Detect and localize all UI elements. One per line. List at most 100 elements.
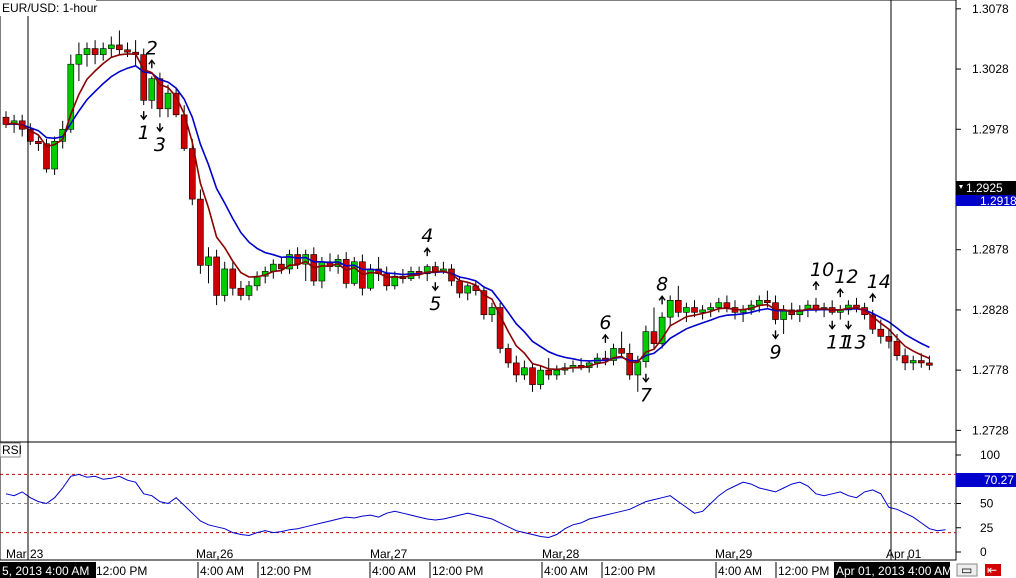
candle-body (431, 266, 439, 272)
chart-area[interactable]: 1.30781.30281.29781.29281.28781.28281.27… (0, 0, 1016, 578)
current-price-label: 1.2925 (966, 181, 1003, 195)
time-tick-label: 12:00 PM (604, 564, 655, 578)
candle-body (269, 263, 277, 272)
candle-body (901, 355, 909, 364)
candle-body (294, 254, 301, 265)
date-tick-label: Mar 23 (6, 547, 44, 561)
candle-body (877, 328, 885, 337)
signal-label: 3 (154, 134, 166, 156)
second-price-label: 1.2918 (980, 194, 1016, 208)
price-tick-label: 1.2778 (972, 363, 1009, 377)
candle-body (529, 367, 536, 385)
candle-body (691, 307, 698, 313)
candle-body (148, 78, 156, 101)
signal-label: 2 (146, 37, 158, 59)
price-tick-label: 1.2728 (972, 423, 1009, 437)
candle-body (853, 304, 860, 308)
crosshair-date-label: Apr 01, 2013 4:00 AM (836, 564, 952, 578)
candle-body (504, 348, 512, 364)
date-tick-label: Mar 27 (370, 547, 408, 561)
candle-body (545, 369, 553, 376)
candle-body (318, 261, 326, 282)
candle-body (197, 198, 204, 266)
date-tick-label: Mar 28 (542, 547, 580, 561)
rsi-current-value: 70.27 (984, 473, 1014, 487)
candle-body (342, 259, 350, 284)
candle-body (496, 307, 504, 349)
time-tick-label: 12:00 PM (432, 564, 483, 578)
candle-body (35, 141, 42, 145)
candle-body (683, 307, 690, 313)
candle-body (43, 143, 50, 170)
candle-body (634, 361, 642, 376)
candle-body (755, 299, 763, 306)
rsi-panel (0, 441, 957, 561)
time-tick-label: 12:00 PM (96, 564, 147, 578)
candle-body (674, 299, 682, 313)
date-tick-label: Apr 01 (886, 547, 922, 561)
date-tick-label: Mar 26 (196, 547, 234, 561)
signal-label: 8 (656, 273, 668, 295)
rsi-title: RSI (2, 443, 22, 457)
rsi-tick-label: 100 (980, 448, 1000, 462)
left-date-label: 5, 2013 4:00 AM (2, 564, 89, 578)
candle-body (909, 360, 917, 364)
price-tick-label: 1.2978 (972, 122, 1009, 136)
candle-body (237, 287, 245, 296)
candle-body (666, 299, 674, 318)
signal-label: 13 (842, 332, 866, 354)
chart-title: EUR/USD: 1-hour (2, 1, 97, 15)
candle-body (764, 299, 771, 303)
signal-label: 12 (834, 266, 858, 288)
signal-label: 1 (138, 122, 150, 144)
rsi-tick-label: 50 (980, 497, 994, 511)
candle-body (245, 285, 253, 296)
signal-label: 4 (421, 225, 433, 247)
candle-body (164, 92, 172, 110)
candle-body (83, 48, 91, 55)
time-tick-label: 12:00 PM (260, 564, 311, 578)
signal-label: 14 (867, 271, 891, 293)
time-tick-label: 4:00 AM (200, 564, 244, 578)
candle-body (91, 48, 99, 55)
signal-label: 10 (810, 259, 834, 281)
signal-label: 7 (640, 385, 652, 407)
candle-body (75, 54, 83, 65)
candle-body (213, 256, 220, 296)
candle-body (140, 54, 147, 101)
scroll-left-label: ▭ (961, 563, 972, 577)
price-tick-label: 1.2828 (972, 303, 1009, 317)
candle-body (156, 78, 164, 110)
candle-body (715, 302, 723, 308)
candle-body (488, 307, 496, 316)
scroll-end-label: ⇤ (987, 563, 997, 577)
time-tick-label: 4:00 AM (718, 564, 762, 578)
rsi-tick-label: 0 (980, 545, 987, 559)
candle-body (553, 369, 561, 376)
time-tick-label: 4:00 AM (544, 564, 588, 578)
candle-body (650, 331, 658, 344)
candle-body (464, 285, 472, 294)
candle-body (124, 49, 131, 53)
candle-body (537, 369, 544, 385)
candle-body (723, 302, 731, 308)
time-tick-label: 12:00 PM (778, 564, 829, 578)
price-tick-label: 1.3078 (972, 2, 1009, 16)
candle-body (116, 44, 123, 51)
signal-label: 5 (429, 293, 441, 315)
candle-body (512, 362, 520, 376)
candle-body (456, 280, 463, 294)
candle-body (926, 362, 933, 366)
price-tick-label: 1.2878 (972, 243, 1009, 257)
rsi-tick-label: 25 (980, 521, 994, 535)
candle-body (205, 256, 212, 266)
price-tick-label: 1.3028 (972, 62, 1009, 76)
candle-body (917, 360, 925, 364)
date-tick-label: Mar 29 (715, 547, 753, 561)
candle-body (108, 44, 115, 49)
time-tick-label: 4:00 AM (372, 564, 416, 578)
candle-body (699, 309, 706, 313)
candle-body (229, 268, 237, 289)
candle-body (626, 352, 634, 376)
candle-body (521, 367, 528, 376)
